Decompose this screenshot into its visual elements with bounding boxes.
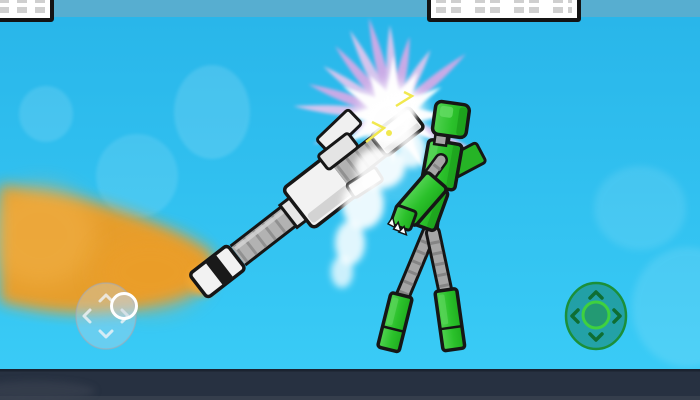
bokeh-blob <box>594 166 686 250</box>
yellow-spark-dot <box>386 130 392 136</box>
bokeh-blob <box>19 86 73 142</box>
item-placeholder-row <box>0 7 45 13</box>
bokeh-blob <box>174 65 250 159</box>
top-right-item-panel[interactable] <box>427 0 581 22</box>
smoke-puff <box>331 256 353 288</box>
ground <box>0 369 700 400</box>
right-joystick-knob[interactable] <box>583 302 609 328</box>
head-highlight <box>439 105 453 118</box>
item-placeholder-row <box>0 0 45 3</box>
right-joystick[interactable] <box>566 283 626 349</box>
game-scene <box>0 0 700 400</box>
ground-top-edge <box>0 369 700 372</box>
item-placeholder-row <box>436 0 572 3</box>
bokeh-blob <box>96 134 178 218</box>
ground-bottom-edge <box>0 396 700 400</box>
explosion-core-blob <box>387 90 419 122</box>
head <box>432 101 470 138</box>
ground-strip <box>0 369 700 400</box>
left-joystick[interactable] <box>76 283 137 349</box>
top-left-item-panel[interactable] <box>0 0 54 22</box>
item-placeholder-row <box>436 7 572 13</box>
game-viewport <box>0 0 700 400</box>
left-joystick-knob[interactable] <box>112 294 137 319</box>
sky-top-band <box>0 0 700 17</box>
